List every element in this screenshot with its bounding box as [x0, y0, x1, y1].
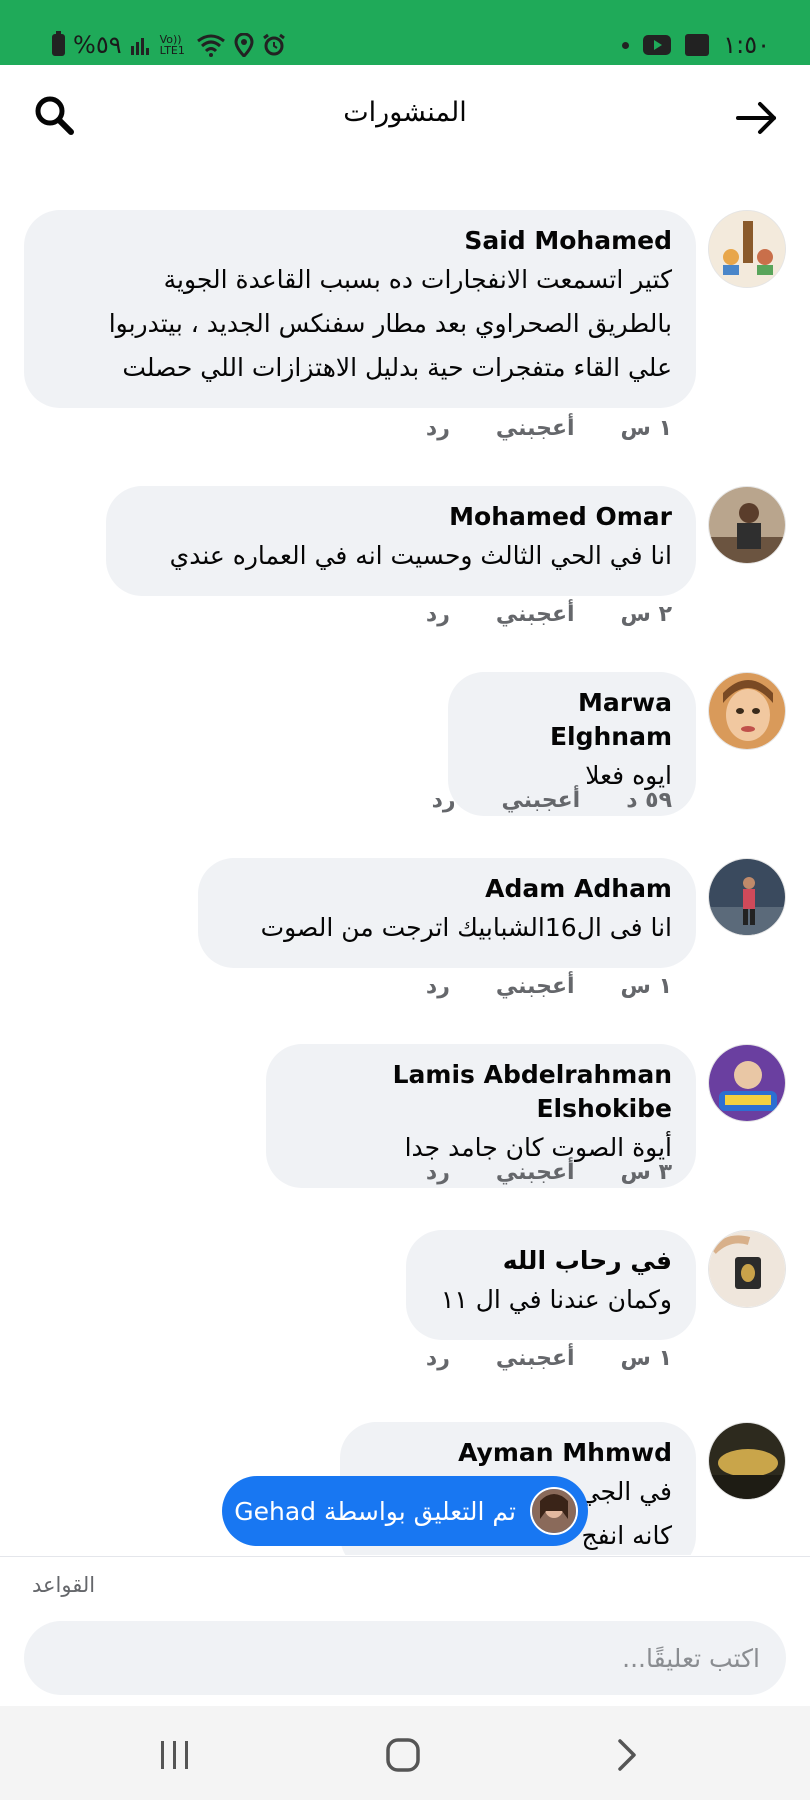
comment-input[interactable]	[24, 1621, 786, 1695]
comment-actions: ١ س أعجبني رد	[426, 974, 672, 999]
battery-percent: %٥٩	[73, 31, 122, 59]
location-icon	[234, 33, 254, 57]
clock: ١:٥٠	[723, 31, 770, 59]
comment-time: ١ س	[620, 974, 672, 999]
reply-button[interactable]: رد	[426, 974, 450, 999]
comment-time: ٢ س	[620, 602, 672, 627]
status-bar: %٥٩ Vo)) LTE1 ١:٥٠	[0, 0, 810, 65]
app-header: المنشورات	[0, 65, 810, 170]
comment-author[interactable]: Ayman Mhmwd	[364, 1436, 672, 1470]
comment-author[interactable]: Adam Adham	[222, 872, 672, 906]
comment-bubble[interactable]: Said Mohamed كتير اتسمعت الانفجارات ده ب…	[24, 210, 696, 408]
gallery-icon	[685, 34, 710, 56]
avatar[interactable]	[708, 1422, 786, 1500]
comment-text: كتير اتسمعت الانفجارات ده بسبب القاعدة ا…	[108, 265, 672, 382]
comment-text: انا فى ال16الشبابيك اترجت من الصوت	[260, 913, 672, 942]
comment-time: ١ س	[620, 416, 672, 441]
comment-actions: ١ س أعجبني رد	[426, 416, 672, 441]
reply-button[interactable]: رد	[426, 416, 450, 441]
wifi-icon	[196, 33, 226, 57]
like-button[interactable]: أعجبني	[496, 416, 575, 441]
avatar[interactable]	[708, 210, 786, 288]
rules-link[interactable]: القواعد	[32, 1573, 95, 1597]
like-button[interactable]: أعجبني	[496, 974, 575, 999]
comment-actions: ٥٩ د أعجبني رد	[432, 788, 672, 813]
notification-dot-icon	[622, 41, 630, 49]
avatar	[530, 1487, 578, 1535]
reply-button[interactable]: رد	[426, 602, 450, 627]
home-icon[interactable]	[378, 1730, 428, 1780]
comment-composer: القواعد	[0, 1556, 810, 1706]
toast-text: تم التعليق بواسطة Gehad	[234, 1496, 516, 1526]
signal-icon	[130, 34, 152, 56]
battery-icon	[52, 31, 65, 56]
avatar[interactable]	[708, 1044, 786, 1122]
comment-actions: ٣ س أعجبني رد	[426, 1160, 672, 1185]
avatar[interactable]	[708, 486, 786, 564]
avatar[interactable]	[708, 672, 786, 750]
comment-time: ٣ س	[620, 1160, 672, 1185]
like-button[interactable]: أعجبني	[502, 788, 581, 813]
comment-bubble[interactable]: Mohamed Omar انا في الحي الثالث وحسيت ان…	[106, 486, 696, 596]
alarm-icon	[262, 33, 286, 57]
reply-button[interactable]: رد	[426, 1346, 450, 1371]
comment-time: ١ س	[620, 1346, 672, 1371]
comment-author[interactable]: Mohamed Omar	[130, 500, 672, 534]
like-button[interactable]: أعجبني	[496, 602, 575, 627]
avatar[interactable]	[708, 1230, 786, 1308]
comment-author[interactable]: Said Mohamed	[48, 224, 672, 258]
reply-button[interactable]: رد	[432, 788, 456, 813]
back-arrow-icon[interactable]	[734, 95, 780, 141]
system-nav-bar	[0, 1706, 810, 1800]
comment-author[interactable]: Marwa Elghnam	[472, 686, 672, 754]
avatar[interactable]	[708, 858, 786, 936]
comment-bubble[interactable]: في رحاب الله وكمان عندنا في ال ١١	[406, 1230, 696, 1340]
recent-apps-icon[interactable]	[150, 1730, 200, 1780]
reply-button[interactable]: رد	[426, 1160, 450, 1185]
comments-feed[interactable]: Said Mohamed كتير اتسمعت الانفجارات ده ب…	[0, 170, 810, 1555]
volte-label: Vo)) LTE1	[159, 33, 185, 57]
youtube-icon	[643, 35, 672, 55]
commented-by-toast[interactable]: تم التعليق بواسطة Gehad	[222, 1476, 588, 1546]
page-title: المنشورات	[343, 97, 467, 128]
comment-bubble[interactable]: Adam Adham انا فى ال16الشبابيك اترجت من …	[198, 858, 696, 968]
comment-text: انا في الحي الثالث وحسيت انه في العماره …	[169, 541, 672, 570]
like-button[interactable]: أعجبني	[496, 1160, 575, 1185]
status-left: %٥٩ Vo)) LTE1	[52, 30, 286, 60]
comment-time: ٥٩ د	[626, 788, 672, 813]
comment-actions: ٢ س أعجبني رد	[426, 602, 672, 627]
comment-text: وكمان عندنا في ال ١١	[440, 1285, 672, 1314]
back-nav-icon[interactable]	[602, 1730, 652, 1780]
like-button[interactable]: أعجبني	[496, 1346, 575, 1371]
comment-actions: ١ س أعجبني رد	[426, 1346, 672, 1371]
comment-author[interactable]: في رحاب الله	[430, 1244, 672, 1278]
status-right: ١:٥٠	[622, 30, 770, 60]
comment-author[interactable]: Lamis Abdelrahman Elshokibe	[290, 1058, 672, 1126]
